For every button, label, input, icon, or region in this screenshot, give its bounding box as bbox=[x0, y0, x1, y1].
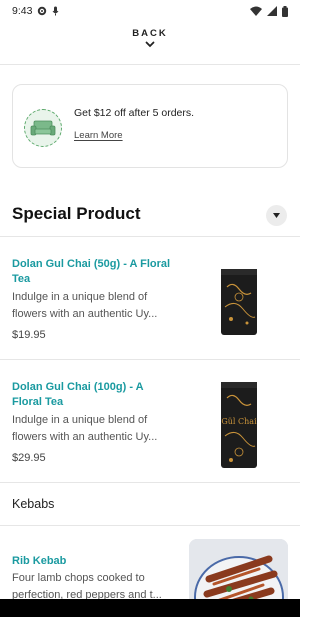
wifi-icon bbox=[250, 6, 262, 16]
category-heading: Kebabs bbox=[12, 497, 55, 511]
product-description-line-2: flowers with an authentic Uy... bbox=[12, 308, 158, 320]
product-description-line-2: flowers with an authentic Uy... bbox=[12, 431, 158, 443]
product-name: Dolan Gul Chai (50g) - A Floral Tea bbox=[12, 258, 171, 285]
status-time: 9:43 bbox=[12, 5, 33, 17]
product-name: Dolan Gul Chai (100g) - A Floral Tea bbox=[12, 381, 144, 408]
settings-icon bbox=[37, 6, 47, 16]
divider bbox=[0, 482, 300, 483]
system-navigation-bar bbox=[0, 599, 300, 617]
product-item[interactable]: Dolan Gul Chai (100g) - A Floral Tea Ind… bbox=[0, 360, 300, 482]
battery-icon bbox=[282, 5, 288, 17]
status-bar: 9:43 bbox=[0, 0, 300, 22]
promo-card[interactable]: Get $12 off after 5 orders. Learn More bbox=[12, 84, 288, 168]
sofa-icon bbox=[24, 109, 62, 147]
caret-down-icon bbox=[273, 213, 280, 218]
back-label: BACK bbox=[132, 28, 168, 39]
product-description: Four lamb chops cooked to perfection, re… bbox=[12, 570, 177, 599]
product-image[interactable]: Gül Chai bbox=[189, 372, 288, 478]
product-description: Indulge in a unique blend of flowers wit… bbox=[12, 289, 177, 323]
product-description-line-2: perfection, red peppers and t... bbox=[12, 589, 162, 599]
product-image[interactable] bbox=[189, 249, 288, 355]
chevron-down-icon bbox=[145, 41, 155, 48]
learn-more-link[interactable]: Learn More bbox=[74, 130, 123, 141]
product-price: $29.95 bbox=[12, 452, 46, 464]
product-description: Indulge in a unique blend of flowers wit… bbox=[12, 412, 177, 446]
product-description-line-1: Indulge in a unique blend of bbox=[12, 414, 148, 426]
product-price: $19.95 bbox=[12, 329, 46, 341]
product-image[interactable] bbox=[189, 539, 288, 599]
microphone-icon bbox=[52, 6, 59, 16]
product-description-line-1: Indulge in a unique blend of bbox=[12, 291, 148, 303]
product-item[interactable]: Dolan Gul Chai (50g) - A Floral Tea Indu… bbox=[0, 237, 300, 359]
product-name: Rib Kebab bbox=[12, 555, 67, 567]
promo-text: Get $12 off after 5 orders. bbox=[74, 107, 195, 119]
product-description-line-1: Four lamb chops cooked to bbox=[12, 572, 145, 584]
product-item[interactable]: Rib Kebab Four lamb chops cooked to perf… bbox=[0, 526, 300, 599]
back-button[interactable]: BACK bbox=[0, 28, 300, 48]
product-image-label: Gül Chai bbox=[221, 417, 257, 426]
section-dropdown-button[interactable] bbox=[266, 205, 287, 226]
divider bbox=[0, 64, 300, 65]
section-title: Special Product bbox=[12, 204, 141, 223]
signal-icon bbox=[267, 6, 277, 16]
